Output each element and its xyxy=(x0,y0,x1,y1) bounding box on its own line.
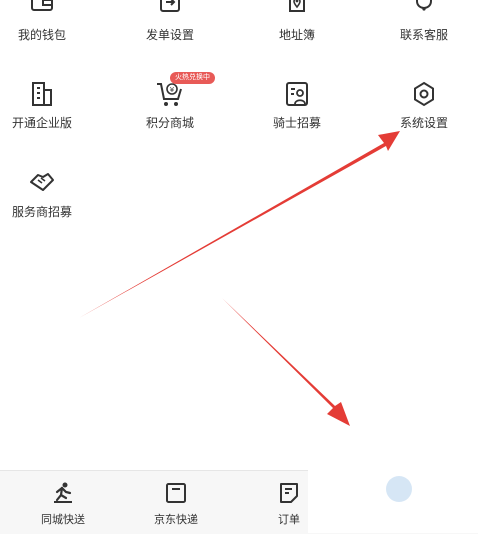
menu-item-enterprise[interactable]: 开通企业版 xyxy=(0,80,97,131)
hot-exchange-badge: 火热兑换中 xyxy=(170,72,215,84)
menu-item-label: 联系客服 xyxy=(399,28,448,42)
menu-item-label: 积分商城 xyxy=(145,116,194,130)
menu-item-points-mall[interactable]: ¥ 积分商城 xyxy=(115,80,225,131)
menu-item-wallet[interactable]: 我的钱包 xyxy=(0,0,97,43)
menu-item-label: 发单设置 xyxy=(145,28,194,42)
menu-item-provider-recruit[interactable]: 服务商招募 xyxy=(0,169,97,220)
building-icon xyxy=(32,82,52,106)
headset-icon xyxy=(416,0,432,11)
order-icon xyxy=(280,483,298,503)
points-cart-icon: ¥ xyxy=(157,83,182,106)
wallet-icon xyxy=(31,0,53,11)
white-patch xyxy=(308,416,478,533)
arrow-to-settings xyxy=(79,131,400,318)
tab-label: 京东快递 xyxy=(154,514,198,526)
box-icon xyxy=(166,483,186,503)
menu-item-label: 地址簿 xyxy=(278,28,315,42)
menu-item-label: 我的钱包 xyxy=(17,28,66,42)
menu-item-label: 骑士招募 xyxy=(272,116,321,130)
tab-label: 同城快送 xyxy=(41,514,85,526)
menu-item-address-book[interactable]: 地址簿 xyxy=(242,0,352,43)
menu-item-label: 系统设置 xyxy=(399,116,448,130)
runner-icon xyxy=(54,482,72,503)
handshake-icon xyxy=(30,173,54,191)
menu-item-customer-service[interactable]: 联系客服 xyxy=(369,0,478,43)
rider-recruit-icon xyxy=(286,82,308,106)
svg-text:¥: ¥ xyxy=(170,86,175,94)
menu-item-system-settings[interactable]: 系统设置 xyxy=(369,80,478,131)
address-book-icon xyxy=(289,0,305,12)
menu-item-label: 服务商招募 xyxy=(11,205,72,219)
order-settings-icon xyxy=(160,0,180,12)
menu-item-rider-recruit[interactable]: 骑士招募 xyxy=(242,80,352,131)
menu-item-label: 开通企业版 xyxy=(11,116,72,130)
menu-item-order-settings[interactable]: 发单设置 xyxy=(115,0,225,43)
tab-jd-express[interactable]: 京东快递 xyxy=(131,481,221,527)
tab-same-city-delivery[interactable]: 同城快送 xyxy=(18,481,108,527)
settings-icon xyxy=(414,81,434,107)
arrow-to-tab-area xyxy=(222,298,350,426)
